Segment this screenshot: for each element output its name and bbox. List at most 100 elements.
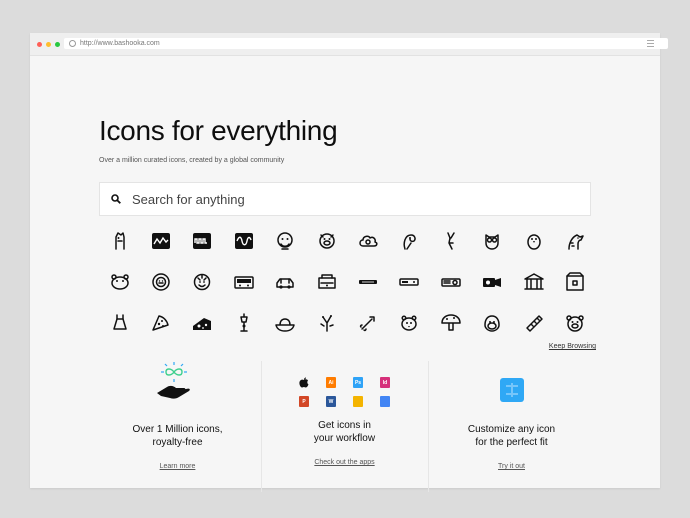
window-controls — [37, 41, 60, 47]
box-icon — [566, 271, 584, 291]
icon-tile[interactable] — [306, 302, 347, 343]
icon-tile[interactable] — [472, 302, 513, 343]
hamster-icon — [110, 273, 129, 290]
icon-tile[interactable] — [389, 302, 430, 343]
url-text: http://www.bashooka.com — [80, 40, 160, 47]
icon-tile[interactable] — [430, 302, 471, 343]
square-wave-icon — [152, 232, 171, 249]
icon-tile[interactable] — [99, 302, 140, 343]
mushroom-icon — [441, 313, 461, 331]
learn-more-link[interactable]: Learn more — [95, 463, 260, 470]
maximize-dot[interactable] — [55, 41, 60, 47]
search-input[interactable] — [130, 190, 554, 208]
page-subtitle: Over a million curated icons, created by… — [99, 157, 285, 164]
icon-tile[interactable] — [513, 261, 554, 302]
icon-tile[interactable] — [347, 220, 388, 261]
module-icon — [359, 279, 378, 284]
slides-icon[interactable] — [353, 396, 363, 407]
hamster-face-icon — [401, 314, 418, 331]
feature-royalty-free: Over 1 Million icons, royalty-free Learn … — [95, 357, 260, 470]
feature-customize: Customize any icon for the perfect fit Tr… — [429, 357, 594, 470]
feature-title: Get icons in your workflow — [313, 420, 376, 444]
photoshop-icon[interactable]: Ps — [353, 377, 363, 388]
page-title: Icons for everything — [99, 115, 338, 146]
dress-icon — [112, 313, 127, 330]
receiver-icon — [399, 277, 420, 286]
indesign-icon[interactable]: Id — [380, 377, 390, 388]
icon-tile[interactable] — [347, 261, 388, 302]
pulse-wave-icon — [193, 232, 212, 249]
temple-icon — [523, 272, 544, 290]
icon-tile[interactable] — [430, 220, 471, 261]
check-out-apps-link[interactable]: Check out the apps — [262, 459, 427, 466]
icon-tile[interactable] — [389, 220, 430, 261]
icon-grid — [99, 220, 595, 343]
globe-icon — [69, 40, 76, 47]
search-icon — [111, 194, 121, 204]
icon-tile[interactable] — [223, 261, 264, 302]
browser-window: http://www.bashooka.com Icons for everyt… — [30, 33, 668, 492]
icon-tile[interactable] — [265, 261, 306, 302]
app-icons: Ai Ps Id P W — [299, 377, 390, 407]
feature-title: Customize any icon for the perfect fit — [467, 424, 556, 448]
icon-tile[interactable] — [554, 261, 595, 302]
gorilla-icon — [484, 314, 500, 332]
close-dot[interactable] — [37, 41, 42, 47]
icon-tile[interactable] — [99, 220, 140, 261]
chimp-icon — [277, 231, 293, 250]
icon-tile[interactable] — [223, 220, 264, 261]
icon-tile[interactable] — [554, 220, 595, 261]
keep-browsing-link[interactable]: Keep Browsing — [549, 343, 596, 350]
docs-icon[interactable] — [380, 396, 390, 407]
icon-tile[interactable] — [182, 302, 223, 343]
icon-tile[interactable] — [513, 302, 554, 343]
camera-icon — [483, 277, 502, 287]
icon-tile[interactable] — [513, 220, 554, 261]
icon-tile[interactable] — [99, 261, 140, 302]
illustrator-icon[interactable]: Ai — [326, 377, 336, 388]
try-it-out-link[interactable]: Try it out — [429, 463, 594, 470]
icon-tile[interactable] — [306, 220, 347, 261]
address-bar[interactable]: http://www.bashooka.com — [64, 38, 668, 49]
icon-tile[interactable] — [472, 220, 513, 261]
icon-tile[interactable] — [389, 261, 430, 302]
powerpoint-icon[interactable]: P — [299, 396, 309, 407]
browser-chrome: http://www.bashooka.com — [30, 33, 668, 56]
cheese-icon — [193, 317, 212, 330]
icon-tile[interactable] — [265, 220, 306, 261]
word-icon[interactable]: W — [326, 396, 336, 407]
car-icon — [276, 277, 294, 289]
owl-icon — [485, 233, 499, 250]
icon-tile[interactable] — [182, 261, 223, 302]
horse-icon — [114, 231, 125, 250]
hand-infinity-icon — [156, 362, 190, 399]
bear-icon — [566, 314, 584, 332]
icon-tile[interactable] — [140, 220, 181, 261]
giraffe-icon — [568, 233, 584, 250]
kangaroo-icon — [447, 231, 455, 250]
pig-icon — [318, 232, 335, 249]
minimize-dot[interactable] — [46, 41, 51, 47]
search-box[interactable] — [99, 182, 591, 216]
icon-tile[interactable] — [472, 261, 513, 302]
parrot-icon — [403, 233, 417, 250]
customize-icon — [499, 378, 524, 402]
icon-tile[interactable] — [182, 220, 223, 261]
machine-icon — [317, 273, 336, 289]
icon-tile[interactable] — [430, 261, 471, 302]
icon-tile[interactable] — [306, 261, 347, 302]
icon-tile[interactable] — [140, 302, 181, 343]
icon-tile[interactable] — [554, 302, 595, 343]
projector-icon — [441, 277, 461, 287]
cloud-icon — [359, 235, 378, 247]
hamburger-menu-icon[interactable] — [647, 40, 654, 49]
ruler-icon — [525, 314, 543, 332]
apple-icon[interactable] — [299, 377, 309, 388]
icon-tile[interactable] — [347, 302, 388, 343]
icon-tile[interactable] — [140, 261, 181, 302]
icon-tile[interactable] — [265, 302, 306, 343]
sketch-icon — [319, 314, 334, 332]
rocket-icon — [359, 315, 375, 331]
icon-tile[interactable] — [223, 302, 264, 343]
penguin-icon — [526, 233, 541, 250]
